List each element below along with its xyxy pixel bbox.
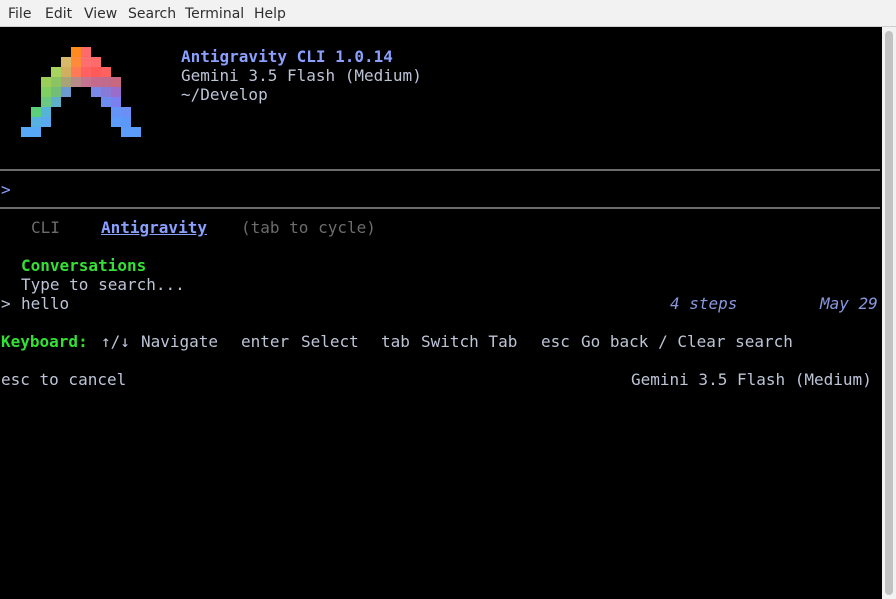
- model-name: Gemini 3.5 Flash (Medium): [181, 66, 422, 85]
- scrollbar-thumb[interactable]: [885, 31, 893, 595]
- shortcut-action: Navigate: [141, 332, 219, 351]
- menu-view[interactable]: View: [84, 6, 117, 22]
- tab-antigravity[interactable]: Antigravity: [101, 218, 207, 237]
- shortcut-key: ↑/↓: [101, 332, 130, 351]
- terminal-view[interactable]: Antigravity CLI 1.0.14 Gemini 3.5 Flash …: [0, 27, 882, 599]
- menu-edit[interactable]: Edit: [45, 6, 72, 22]
- shortcut-key: tab: [381, 332, 410, 351]
- shortcut-key: enter: [241, 332, 290, 351]
- menu-help[interactable]: Help: [254, 6, 286, 22]
- tab-cli[interactable]: CLI: [31, 218, 60, 237]
- app-title: Antigravity CLI 1.0.14: [181, 47, 393, 66]
- menu-file[interactable]: File: [8, 6, 31, 22]
- conversation-steps: 4 steps: [670, 294, 738, 313]
- conversation-title[interactable]: hello: [21, 294, 69, 313]
- cancel-hint: esc to cancel: [1, 370, 127, 389]
- scrollbar[interactable]: [882, 27, 896, 599]
- divider-top: [0, 169, 880, 171]
- shortcut-action: Go back / Clear search: [581, 332, 793, 351]
- shortcut-action: Select: [301, 332, 359, 351]
- conversation-date: May 29: [820, 294, 878, 313]
- tab-cycle-hint: (tab to cycle): [241, 218, 376, 237]
- menu-bar: File Edit View Search Terminal Help: [0, 0, 896, 27]
- menu-terminal[interactable]: Terminal: [185, 6, 244, 22]
- search-input[interactable]: Type to search...: [21, 275, 185, 294]
- menu-search[interactable]: Search: [128, 6, 176, 22]
- prompt-input[interactable]: >: [1, 180, 11, 199]
- footer-model: Gemini 3.5 Flash (Medium): [631, 370, 872, 389]
- selection-pointer: >: [1, 294, 11, 313]
- conversations-heading: Conversations: [21, 256, 147, 275]
- working-directory: ~/Develop: [181, 85, 268, 104]
- shortcut-action: Switch Tab: [421, 332, 518, 351]
- divider-bottom: [0, 207, 880, 209]
- shortcut-key: esc: [541, 332, 570, 351]
- keyboard-label: Keyboard:: [1, 332, 88, 351]
- antigravity-logo: [21, 47, 141, 137]
